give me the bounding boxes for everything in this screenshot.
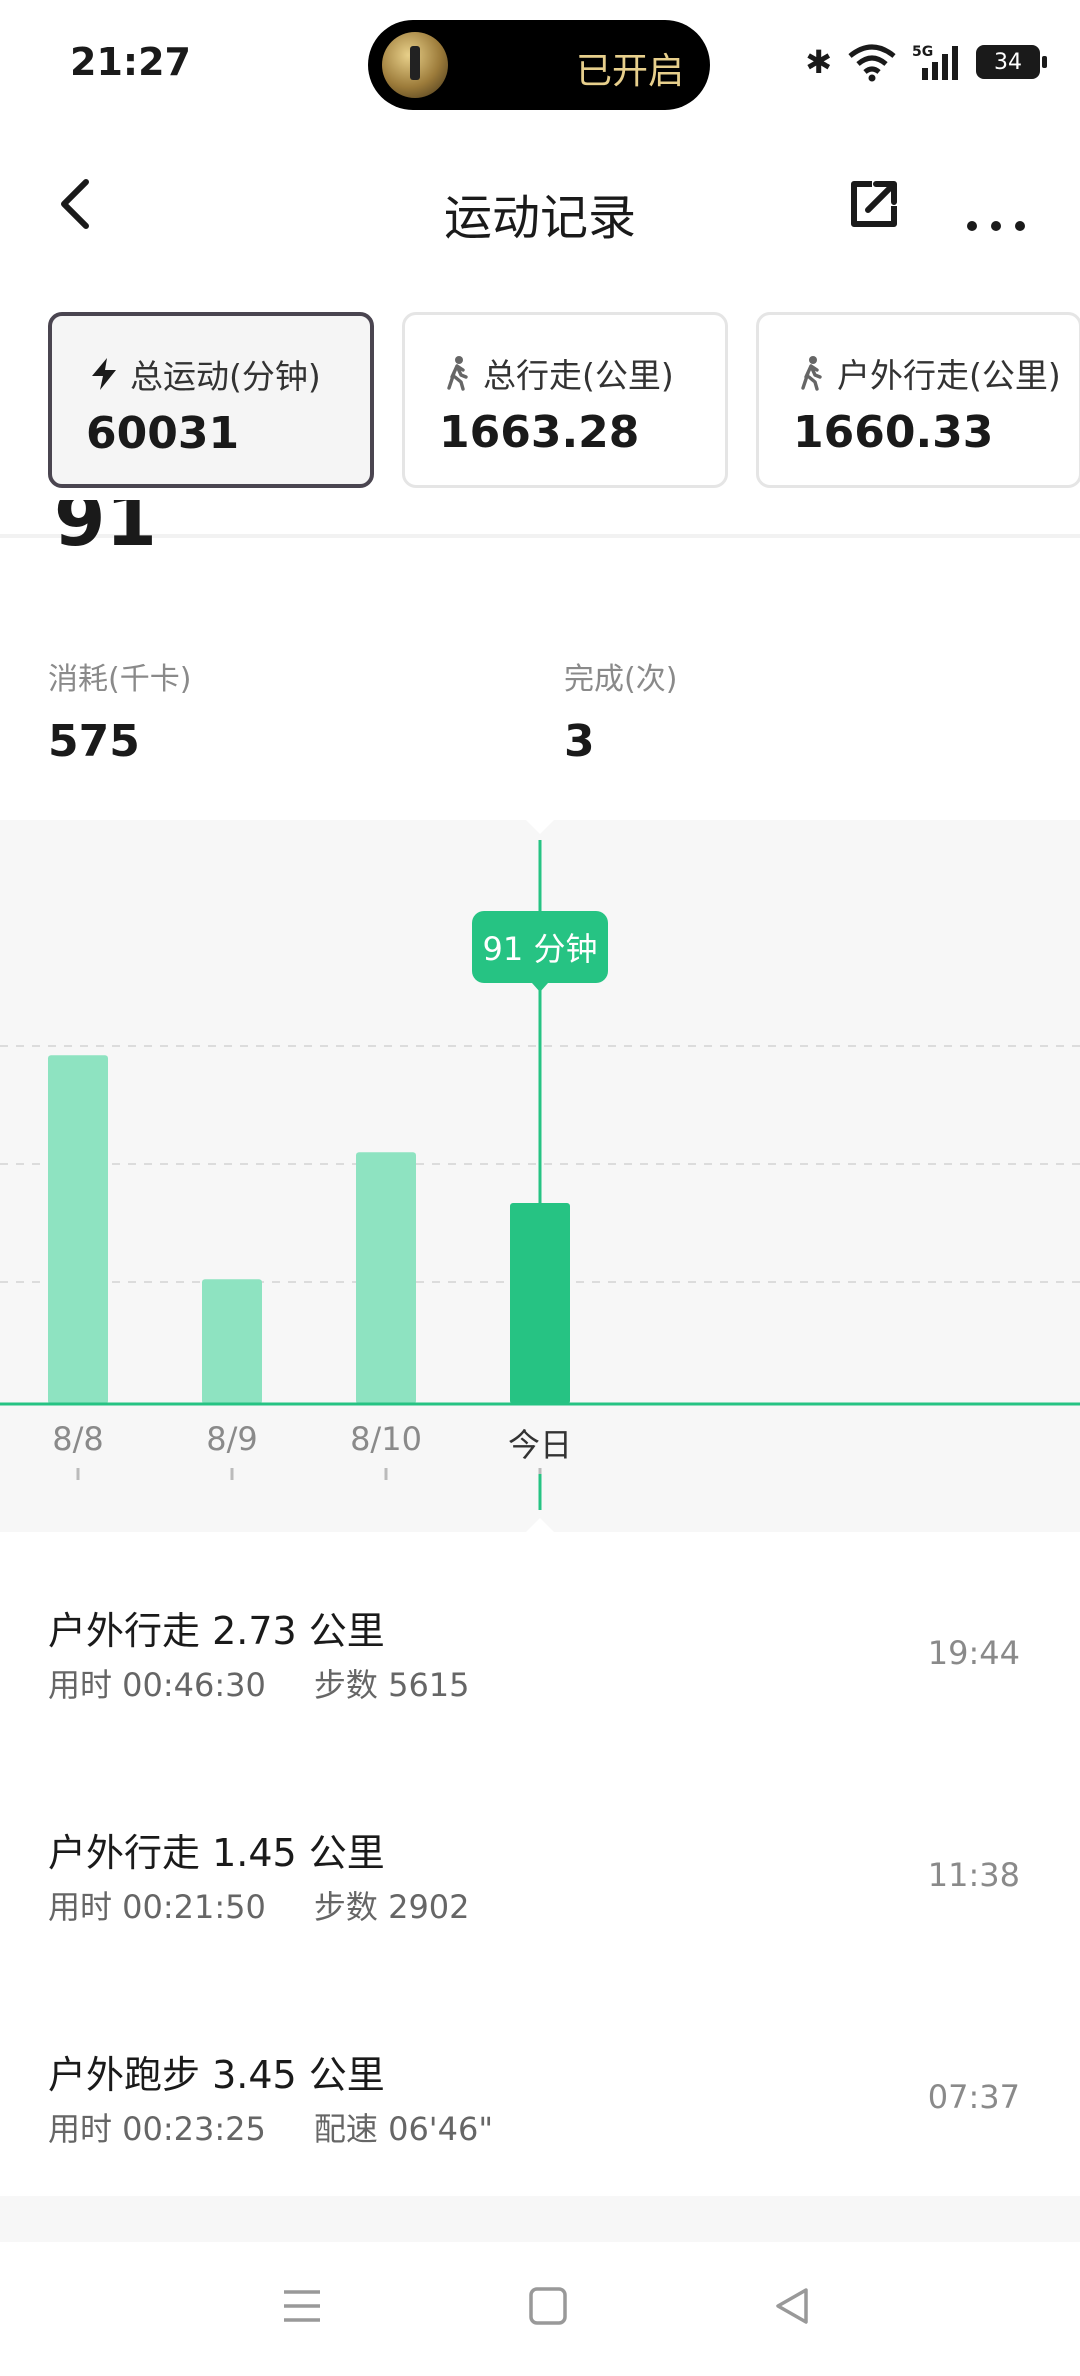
walking-icon (447, 356, 468, 391)
record-duration: 用时 00:23:25 (48, 2110, 266, 2148)
primary-value: 91 (54, 500, 157, 563)
category-cards: 总运动(分钟) 60031 总行走(公里) 1663.28 户外行走(公里) 1… (48, 312, 1080, 492)
chart-bar (48, 1055, 108, 1404)
x-tick-label: 8/8 (52, 1420, 104, 1458)
selection-notch (526, 820, 554, 834)
lightning-icon (92, 358, 116, 390)
exercise-chart[interactable]: 91 分钟 8/8 8/9 8/10 今日 (0, 820, 1080, 1532)
flashlight-pill[interactable]: 已开启 (368, 20, 710, 110)
completed-value: 3 (564, 716, 595, 767)
completed-label: 完成(次) (564, 662, 678, 697)
chart-bar (202, 1279, 262, 1404)
selection-notch (526, 1518, 554, 1532)
share-icon[interactable] (846, 176, 902, 232)
status-time: 21:27 (70, 40, 191, 84)
x-tick-label-selected: 今日 (507, 1426, 573, 1464)
header: 运动记录 (0, 150, 1080, 260)
record-duration: 用时 00:46:30 (48, 1666, 266, 1704)
menu-icon[interactable] (282, 2286, 322, 2326)
x-tick-label: 8/10 (350, 1420, 422, 1458)
card-value: 1663.28 (439, 407, 640, 458)
card-outdoor-walking[interactable]: 户外行走(公里) 1660.33 (756, 312, 1080, 488)
record-item[interactable]: 户外行走 2.73 公里 用时 00:46:30 步数 5615 19:44 (0, 1600, 1080, 1780)
record-title: 户外跑步 3.45 公里 (48, 2053, 385, 2097)
tooltip-pointer (532, 983, 548, 992)
card-value: 1660.33 (793, 407, 994, 458)
status-bar: 21:27 已开启 ✱ 5G 34 (0, 0, 1080, 130)
record-time: 07:37 (927, 2078, 1020, 2116)
wifi-icon (848, 44, 896, 82)
record-extra: 配速 06'46" (313, 2110, 494, 2148)
calories-label: 消耗(千卡) (48, 662, 192, 697)
walking-icon (801, 356, 822, 391)
record-item[interactable]: 户外行走 1.45 公里 用时 00:21:50 步数 2902 11:38 (0, 1822, 1080, 2002)
card-label: 总行走(公里) (483, 356, 674, 395)
flashlight-icon (382, 32, 448, 98)
chart-tooltip: 91 分钟 (472, 911, 608, 983)
status-icons: ✱ 5G 34 (805, 40, 1047, 84)
record-duration: 用时 00:21:50 (48, 1888, 266, 1926)
record-extra: 步数 2902 (313, 1888, 470, 1926)
card-value: 60031 (86, 408, 240, 459)
more-options-icon[interactable] (966, 172, 1026, 232)
card-label: 总运动(分钟) (130, 357, 321, 396)
svg-text:5G: 5G (912, 44, 933, 60)
section-gap (0, 2196, 1080, 2242)
bluetooth-icon: ✱ (805, 43, 832, 81)
home-icon[interactable] (528, 2286, 568, 2326)
signal-5g-icon: 5G (912, 44, 958, 80)
battery-icon: 34 (976, 45, 1047, 79)
record-time: 11:38 (927, 1856, 1020, 1894)
record-title: 户外行走 1.45 公里 (48, 1831, 385, 1875)
card-label: 户外行走(公里) (837, 356, 1061, 395)
chart-bar (356, 1152, 416, 1404)
record-title: 户外行走 2.73 公里 (48, 1609, 385, 1653)
record-extra: 步数 5615 (313, 1666, 470, 1704)
flashlight-status-text: 已开启 (575, 51, 684, 92)
x-tick-label: 8/9 (206, 1420, 258, 1458)
card-total-walking[interactable]: 总行走(公里) 1663.28 (402, 312, 728, 488)
back-icon[interactable] (772, 2286, 812, 2326)
divider (0, 534, 1080, 538)
system-nav-bar (0, 2242, 1080, 2376)
page-title: 运动记录 (443, 190, 636, 246)
calories-value: 575 (48, 716, 140, 767)
record-time: 19:44 (927, 1634, 1020, 1672)
card-total-exercise[interactable]: 总运动(分钟) 60031 (48, 312, 374, 488)
